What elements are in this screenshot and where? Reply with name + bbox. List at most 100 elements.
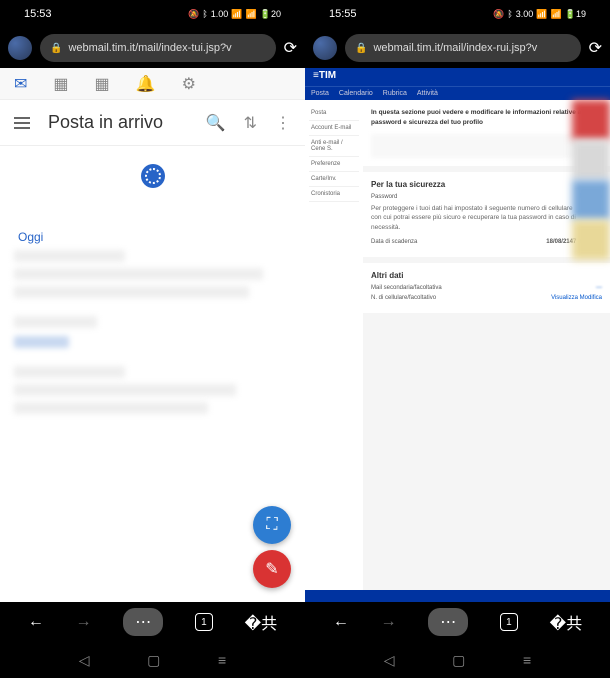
status-bar: 15:55 🔕 ᛒ 3.00 📶 📶 🔋19 [305, 0, 610, 28]
url-text: webmail.tim.it/mail/index-rui.jsp?v [373, 42, 537, 54]
view-link[interactable]: Visualizza [551, 295, 578, 301]
browser-app-icon[interactable] [8, 36, 32, 60]
tim-logo: ≡TIM [313, 70, 336, 81]
mail-icon[interactable]: ✉ [14, 74, 27, 94]
sort-icon[interactable]: ⇅ [244, 113, 257, 133]
back-button[interactable]: ← [28, 613, 44, 631]
more-icon[interactable]: ⋮ [275, 113, 291, 133]
security-text2: con cui potrai essere più sicuro e recup… [371, 213, 602, 233]
tim-nav: Posta Calendario Rubrica Attività [305, 86, 610, 100]
time: 15:53 [24, 8, 52, 20]
expiry-label: Data di scadenza [371, 239, 417, 245]
tim-brand-header: ≡TIM [305, 68, 610, 86]
sys-recent[interactable]: ≡ [523, 652, 531, 668]
net-speed: 1.00 [211, 9, 229, 19]
battery-icon: 🔋20 [260, 9, 281, 20]
tabs-button[interactable]: 1 [195, 613, 213, 631]
share-button[interactable]: �共 [245, 610, 277, 634]
browser-nav: ← → ⋯ 1 �共 [0, 602, 305, 642]
sidebar-item[interactable]: Account E-mail [309, 121, 359, 136]
bluetooth-icon: ᛒ [202, 9, 207, 19]
nav-calendar[interactable]: Calendario [339, 90, 373, 97]
sidebar-item[interactable]: Carte/Inv. [309, 172, 359, 187]
secondary-mail-action[interactable]: — [596, 285, 602, 291]
browser-url-bar: 🔒 webmail.tim.it/mail/index-rui.jsp?v ⟳ [305, 28, 610, 68]
status-icons: 🔕 ᛒ 1.00 📶 📶 🔋20 [188, 9, 281, 20]
forward-button[interactable]: → [76, 613, 92, 631]
security-title: Per la tua sicurezza [371, 180, 602, 189]
sys-recent[interactable]: ≡ [218, 652, 226, 668]
browser-nav: ← → ⋯ 1 �共 [305, 602, 610, 642]
sidebar-item[interactable]: Posta [309, 106, 359, 121]
back-button[interactable]: ← [333, 613, 349, 631]
system-nav: ◁ ▢ ≡ [0, 642, 305, 678]
status-icons: 🔕 ᛒ 3.00 📶 📶 🔋19 [493, 9, 586, 20]
screenshot-fab[interactable]: ⛶ [253, 506, 291, 544]
battery-icon: 🔋19 [565, 9, 586, 20]
net-speed: 3.00 [516, 9, 534, 19]
lock-icon: 🔒 [50, 43, 62, 54]
phone-row: N. di cellulare/facoltativo Visualizza M… [371, 295, 602, 301]
compose-fab[interactable]: ✎ [253, 550, 291, 588]
signal-icon: 📶 [551, 9, 562, 20]
refresh-button[interactable]: ⟳ [589, 38, 602, 58]
wifi-icon: 📶 [536, 9, 547, 20]
share-button[interactable]: �共 [550, 610, 582, 634]
wifi-icon: 📶 [231, 9, 242, 20]
browser-url-bar: 🔒 webmail.tim.it/mail/index-tui.jsp?v ⟳ [0, 28, 305, 68]
search-icon[interactable]: 🔍 [206, 113, 226, 133]
status-bar: 15:53 🔕 ᛒ 1.00 📶 📶 🔋20 [0, 0, 305, 28]
password-row: Password Modifica [371, 194, 602, 200]
browser-menu-button[interactable]: ⋯ [428, 608, 468, 636]
menu-button[interactable] [14, 117, 30, 129]
signal-icon: 📶 [246, 9, 257, 20]
browser-menu-button[interactable]: ⋯ [123, 608, 163, 636]
fab-container: ⛶ ✎ [253, 506, 291, 588]
contacts-icon[interactable]: ▦ [53, 74, 68, 94]
other-data-section: Altri dati Mail secondaria/facoltativa —… [363, 263, 610, 313]
mail-header: Posta in arrivo 🔍 ⇅ ⋮ [0, 100, 305, 146]
nav-tasks[interactable]: Attività [417, 90, 438, 97]
bluetooth-icon: ᛒ [507, 9, 512, 19]
settings-icon[interactable]: ⚙ [182, 74, 196, 94]
sys-back[interactable]: ◁ [384, 652, 395, 669]
webmail-tabs: ✉ ▦ ▦ 🔔 ⚙ [0, 68, 305, 100]
expiry-row: Data di scadenza 18/08/2147 modifica [371, 239, 602, 245]
sidebar-item[interactable]: Cronistoria [309, 187, 359, 202]
blurred-messages [14, 250, 291, 420]
sidebar-item[interactable]: Anti e-mail / Cene S. [309, 136, 359, 157]
sidebar-item[interactable]: Preferenze [309, 157, 359, 172]
url-field[interactable]: 🔒 webmail.tim.it/mail/index-tui.jsp?v [40, 34, 276, 62]
secondary-mail-row: Mail secondaria/facoltativa — [371, 285, 602, 291]
security-text1: Per proteggere i tuoi dati hai impostato… [371, 204, 602, 214]
phone-left: 15:53 🔕 ᛒ 1.00 📶 📶 🔋20 🔒 webmail.tim.it/… [0, 0, 305, 678]
date-group-label: Oggi [18, 230, 43, 244]
system-nav: ◁ ▢ ≡ [305, 642, 610, 678]
blurred-field [371, 134, 602, 158]
time: 15:55 [329, 8, 357, 20]
sys-home[interactable]: ▢ [452, 652, 465, 669]
nav-contacts[interactable]: Rubrica [383, 90, 407, 97]
url-field[interactable]: 🔒 webmail.tim.it/mail/index-rui.jsp?v [345, 34, 581, 62]
inbox-content: Oggi ⛶ ✎ [0, 146, 305, 602]
edit-link[interactable]: Modifica [580, 295, 602, 301]
other-title: Altri dati [371, 271, 602, 280]
tabs-button[interactable]: 1 [500, 613, 518, 631]
page-title: Posta in arrivo [48, 112, 188, 133]
settings-sidebar: Posta Account E-mail Anti e-mail / Cene … [305, 100, 363, 590]
sys-back[interactable]: ◁ [79, 652, 90, 669]
phone-label: N. di cellulare/facoltativo [371, 295, 436, 301]
secondary-mail-label: Mail secondaria/facoltativa [371, 285, 442, 291]
loading-spinner [141, 164, 165, 188]
notifications-icon[interactable]: 🔔 [136, 74, 156, 94]
forward-button[interactable]: → [381, 613, 397, 631]
tim-footer [305, 590, 610, 602]
sys-home[interactable]: ▢ [147, 652, 160, 669]
browser-app-icon[interactable] [313, 36, 337, 60]
nav-mail[interactable]: Posta [311, 90, 329, 97]
calendar-icon[interactable]: ▦ [95, 74, 110, 94]
phone-actions: Visualizza Modifica [551, 295, 602, 301]
refresh-button[interactable]: ⟳ [284, 38, 297, 58]
blurred-right-strip [572, 100, 610, 260]
mute-icon: 🔕 [493, 9, 504, 20]
